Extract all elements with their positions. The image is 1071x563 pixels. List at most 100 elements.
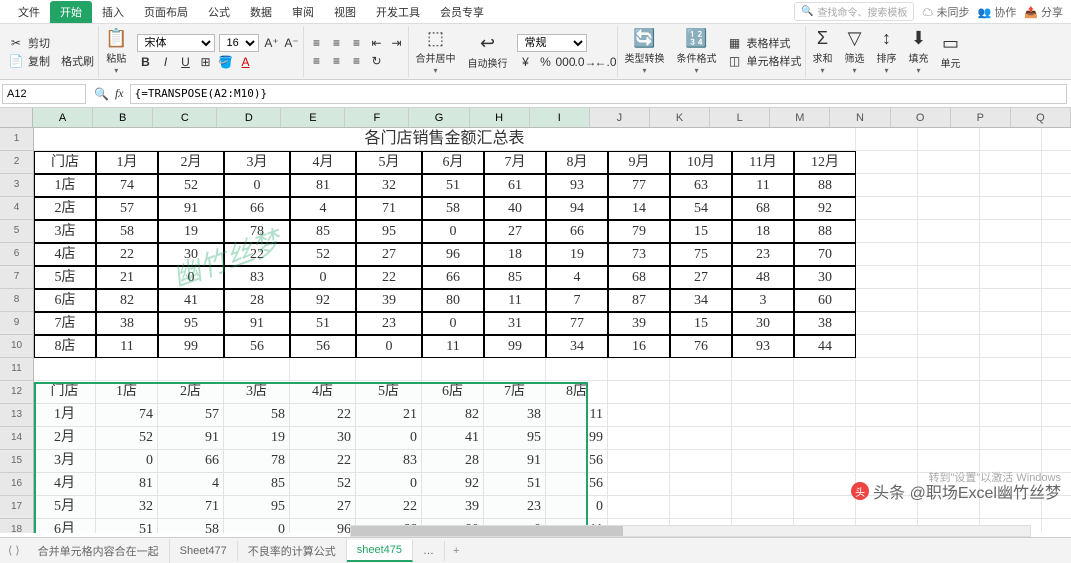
align-center-icon[interactable]: ≡ — [328, 53, 344, 69]
cell[interactable]: 15 — [670, 312, 732, 335]
cell[interactable]: 18 — [484, 243, 546, 266]
share-button[interactable]: 📤 分享 — [1024, 4, 1063, 20]
currency-icon[interactable]: ¥ — [517, 54, 533, 70]
cell[interactable]: 8店 — [546, 381, 608, 404]
cell[interactable]: 4 — [158, 473, 224, 496]
cell[interactable]: 91 — [158, 427, 224, 450]
cell[interactable]: 92 — [422, 473, 484, 496]
cell[interactable] — [732, 473, 794, 496]
cell[interactable] — [546, 358, 608, 381]
cell[interactable] — [980, 404, 1042, 427]
cell[interactable]: 22 — [356, 266, 422, 289]
cell[interactable] — [918, 358, 980, 381]
cell[interactable]: 56 — [290, 335, 356, 358]
cell[interactable]: 3月 — [34, 450, 96, 473]
cell[interactable]: 58 — [96, 220, 158, 243]
sum-button[interactable]: Σ求和▾ — [806, 26, 838, 77]
sheet-tab-4[interactable]: sheet475 — [347, 540, 413, 562]
cell[interactable]: 5月 — [34, 496, 96, 519]
cell[interactable] — [608, 358, 670, 381]
cell[interactable]: 39 — [422, 496, 484, 519]
cell[interactable]: 51 — [422, 174, 484, 197]
cell[interactable]: 23 — [484, 496, 546, 519]
cell[interactable]: 34 — [670, 289, 732, 312]
cell[interactable]: 3 — [732, 289, 794, 312]
cell[interactable] — [670, 404, 732, 427]
tab-member[interactable]: 会员专享 — [430, 1, 494, 23]
cell[interactable]: 95 — [356, 220, 422, 243]
cell[interactable] — [918, 289, 980, 312]
cell[interactable]: 99 — [484, 335, 546, 358]
cell[interactable] — [1042, 312, 1071, 335]
cell[interactable]: 27 — [670, 266, 732, 289]
cell[interactable] — [1042, 174, 1071, 197]
cell[interactable] — [856, 220, 918, 243]
cell[interactable]: 71 — [356, 197, 422, 220]
cell[interactable]: 30 — [290, 427, 356, 450]
cell[interactable]: 40 — [484, 197, 546, 220]
cell[interactable] — [1042, 243, 1071, 266]
sheet-tab-3[interactable]: 不良率的计算公式 — [238, 539, 347, 563]
cell[interactable]: 3月 — [224, 151, 290, 174]
cell[interactable]: 91 — [484, 450, 546, 473]
cell[interactable]: 93 — [546, 174, 608, 197]
cell[interactable] — [918, 243, 980, 266]
font-name-select[interactable]: 宋体 — [137, 34, 215, 52]
wrap-button[interactable]: ↩自动换行 — [461, 26, 513, 77]
cell[interactable] — [980, 427, 1042, 450]
bold-icon[interactable]: B — [137, 54, 153, 70]
cell[interactable]: 93 — [732, 335, 794, 358]
row-header[interactable]: 14 — [0, 427, 34, 450]
cell[interactable]: 4 — [546, 266, 608, 289]
cell[interactable] — [918, 312, 980, 335]
cell[interactable]: 85 — [484, 266, 546, 289]
cell[interactable]: 6月 — [422, 151, 484, 174]
cell[interactable]: 27 — [484, 220, 546, 243]
col-header-O[interactable]: O — [891, 108, 951, 127]
cell[interactable] — [856, 128, 918, 151]
cell[interactable]: 95 — [484, 427, 546, 450]
grid-area[interactable]: 1各门店销售金额汇总表2门店1月2月3月4月5月6月7月8月9月10月11月12… — [0, 128, 1071, 533]
cell[interactable]: 4月 — [290, 151, 356, 174]
cell[interactable]: 28 — [224, 289, 290, 312]
tab-file[interactable]: 文件 — [8, 1, 50, 23]
cell[interactable] — [224, 358, 290, 381]
cell[interactable]: 82 — [422, 404, 484, 427]
cell[interactable] — [670, 450, 732, 473]
cell[interactable] — [794, 496, 856, 519]
cell[interactable] — [1042, 358, 1071, 381]
cell[interactable] — [732, 404, 794, 427]
cell[interactable]: 54 — [670, 197, 732, 220]
cell[interactable]: 2店 — [158, 381, 224, 404]
scrollbar-thumb[interactable] — [351, 526, 623, 536]
cell[interactable]: 63 — [670, 174, 732, 197]
cell[interactable] — [356, 358, 422, 381]
merge-button[interactable]: ⬚合并居中▾ — [409, 26, 461, 77]
cell[interactable]: 68 — [732, 197, 794, 220]
name-box[interactable] — [2, 84, 86, 104]
comma-icon[interactable]: 000 — [557, 54, 573, 70]
cell[interactable]: 61 — [484, 174, 546, 197]
copy-icon[interactable]: 📄 — [8, 53, 24, 69]
cell[interactable]: 5店 — [356, 381, 422, 404]
cell[interactable] — [732, 381, 794, 404]
cell[interactable]: 58 — [224, 404, 290, 427]
tab-tools[interactable]: 开发工具 — [366, 1, 430, 23]
cell[interactable] — [1042, 519, 1071, 533]
col-header-L[interactable]: L — [710, 108, 770, 127]
cell[interactable]: 8月 — [546, 151, 608, 174]
cell[interactable]: 28 — [422, 450, 484, 473]
cell[interactable]: 60 — [794, 289, 856, 312]
align-left-icon[interactable]: ≡ — [308, 53, 324, 69]
cell[interactable]: 75 — [670, 243, 732, 266]
col-header-F[interactable]: F — [345, 108, 409, 127]
cell[interactable]: 66 — [158, 450, 224, 473]
cell[interactable]: 91 — [158, 197, 224, 220]
cell[interactable] — [608, 404, 670, 427]
row-header[interactable]: 16 — [0, 473, 34, 496]
col-header-J[interactable]: J — [590, 108, 650, 127]
cell[interactable]: 1店 — [34, 174, 96, 197]
dec-dec-icon[interactable]: ←.0 — [597, 54, 613, 70]
cell[interactable] — [1042, 289, 1071, 312]
cell[interactable] — [96, 358, 158, 381]
